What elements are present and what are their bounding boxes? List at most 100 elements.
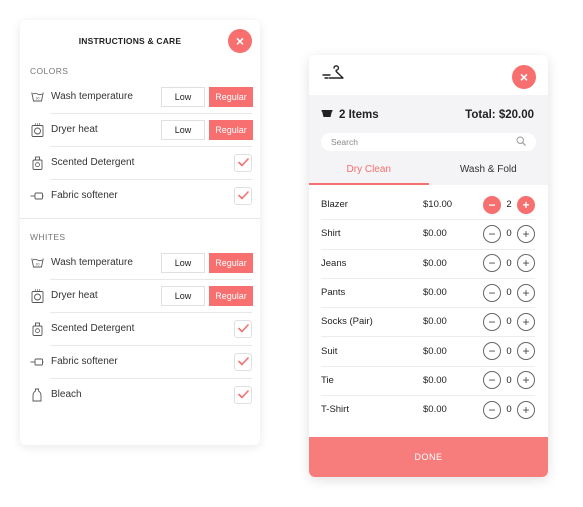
care-row-wash-temperature: 30 Wash temperature Low Regular xyxy=(20,80,260,113)
item-row-blazer: Blazer $10.00 −2 + xyxy=(321,190,535,219)
instructions-care-panel: INSTRUCTIONS & CARE × COLORS 30 Wash tempe… xyxy=(20,20,260,445)
care-row-fabric-softener: Fabric softener xyxy=(20,345,260,378)
option-regular-button[interactable]: Regular xyxy=(209,86,253,107)
option-regular-button[interactable]: Regular xyxy=(209,285,253,306)
option-regular-button[interactable]: Regular xyxy=(209,252,253,273)
tab-wash-fold[interactable]: Wash & Fold xyxy=(429,158,549,185)
checkbox-bleach[interactable] xyxy=(234,385,252,404)
done-button[interactable]: DONE xyxy=(309,437,548,477)
order-panel-header: × xyxy=(309,55,548,95)
increment-button[interactable]: + xyxy=(517,312,535,331)
detergent-icon xyxy=(30,156,44,170)
care-row-label: Fabric softener xyxy=(51,356,118,367)
option-low-button[interactable]: Low xyxy=(161,86,205,107)
care-row-dryer-heat: Dryer heat Low Regular xyxy=(20,113,260,146)
checkbox-scented-detergent[interactable] xyxy=(234,153,252,172)
care-row-label: Scented Detergent xyxy=(51,157,135,168)
item-price: $0.00 xyxy=(423,374,447,386)
quantity-stepper: −0 + xyxy=(483,312,535,331)
item-row-tie: Tie $0.00 −0 + xyxy=(321,365,535,395)
order-panel: × 2 Items Total: $20.00 Dry Clean Wash &… xyxy=(309,55,548,477)
item-price: $0.00 xyxy=(423,228,447,240)
care-row-label: Scented Detergent xyxy=(51,323,135,334)
decrement-button[interactable]: − xyxy=(483,195,501,214)
decrement-button[interactable]: − xyxy=(483,371,501,390)
item-row-shirt: Shirt $0.00 −0 + xyxy=(321,219,535,248)
checkbox-fabric-softener[interactable] xyxy=(234,186,252,205)
check-icon xyxy=(237,154,249,172)
quantity-value: 0 xyxy=(506,228,512,240)
section-label-colors: COLORS xyxy=(30,66,69,76)
decrement-button[interactable]: − xyxy=(483,283,501,302)
option-regular-button[interactable]: Regular xyxy=(209,119,253,140)
hanger-logo-icon xyxy=(321,65,345,88)
option-toggle: Low Regular xyxy=(157,285,253,306)
increment-button[interactable]: + xyxy=(517,283,535,302)
care-panel-title: INSTRUCTIONS & CARE xyxy=(78,36,182,46)
quantity-stepper: −0 + xyxy=(483,400,535,419)
item-price: $0.00 xyxy=(423,257,447,269)
option-low-button[interactable]: Low xyxy=(161,119,205,140)
search-input[interactable] xyxy=(331,137,516,147)
order-close-button[interactable]: × xyxy=(512,65,536,89)
care-row-label: Dryer heat xyxy=(51,290,98,301)
quantity-stepper: −2 + xyxy=(483,195,535,214)
increment-button[interactable]: + xyxy=(517,224,535,243)
fabric-softener-icon xyxy=(30,355,44,369)
decrement-button[interactable]: − xyxy=(483,312,501,331)
tab-dry-clean[interactable]: Dry Clean xyxy=(309,158,429,185)
option-toggle: Low Regular xyxy=(157,119,253,140)
care-row-label: Fabric softener xyxy=(51,190,118,201)
item-name: Socks (Pair) xyxy=(321,316,373,328)
decrement-button[interactable]: − xyxy=(483,254,501,273)
quantity-stepper: −0 + xyxy=(483,254,535,273)
dryer-heat-icon xyxy=(30,288,44,303)
quantity-stepper: −0 + xyxy=(483,371,535,390)
increment-button[interactable]: + xyxy=(517,195,535,214)
wash-temperature-icon: 30 xyxy=(30,90,44,104)
order-summary: 2 Items Total: $20.00 Dry Clean Wash & F… xyxy=(309,95,548,185)
quantity-value: 2 xyxy=(506,199,512,211)
search-icon[interactable] xyxy=(516,133,526,151)
increment-button[interactable]: + xyxy=(517,400,535,419)
detergent-icon xyxy=(30,322,44,336)
decrement-button[interactable]: − xyxy=(483,400,501,419)
item-name: Suit xyxy=(321,345,338,357)
item-row-t-shirt: T-Shirt $0.00 −0 + xyxy=(321,395,535,424)
checkbox-scented-detergent[interactable] xyxy=(234,319,252,338)
increment-button[interactable]: + xyxy=(517,254,535,273)
increment-button[interactable]: + xyxy=(517,371,535,390)
care-row-label: Bleach xyxy=(51,389,82,400)
item-row-pants: Pants $0.00 −0 + xyxy=(321,277,535,307)
section-label-whites: WHITES xyxy=(30,232,66,242)
item-name: Jeans xyxy=(321,257,347,269)
check-icon xyxy=(237,353,249,371)
item-price: $10.00 xyxy=(423,199,453,211)
checkbox-fabric-softener[interactable] xyxy=(234,352,252,371)
basket-icon xyxy=(321,108,333,121)
decrement-button[interactable]: − xyxy=(483,224,501,243)
item-price: $0.00 xyxy=(423,345,447,357)
decrement-button[interactable]: − xyxy=(483,342,501,361)
section-divider xyxy=(20,218,260,228)
check-icon xyxy=(237,386,249,404)
care-row-label: Wash temperature xyxy=(51,257,133,268)
care-sections: COLORS 30 Wash temperature Low Regular Dryer … xyxy=(20,62,260,411)
fabric-softener-icon xyxy=(30,189,44,203)
care-row-wash-temperature: 30 Wash temperature Low Regular xyxy=(20,246,260,279)
item-name: Tie xyxy=(321,374,334,386)
option-toggle: Low Regular xyxy=(157,252,253,273)
item-name: T-Shirt xyxy=(321,404,349,416)
svg-text:30: 30 xyxy=(35,97,39,101)
item-name: Blazer xyxy=(321,199,348,211)
bleach-icon xyxy=(30,388,44,402)
option-low-button[interactable]: Low xyxy=(161,252,205,273)
option-low-button[interactable]: Low xyxy=(161,285,205,306)
care-close-button[interactable]: × xyxy=(228,29,252,53)
increment-button[interactable]: + xyxy=(517,342,535,361)
item-row-socks-pair: Socks (Pair) $0.00 −0 + xyxy=(321,307,535,336)
care-row-bleach: Bleach xyxy=(20,378,260,411)
dryer-heat-icon xyxy=(30,122,44,137)
item-list: Blazer $10.00−2 + Shirt $0.00−0 + Jeans $0.00−0… xyxy=(309,190,548,424)
quantity-stepper: −0 + xyxy=(483,342,535,361)
